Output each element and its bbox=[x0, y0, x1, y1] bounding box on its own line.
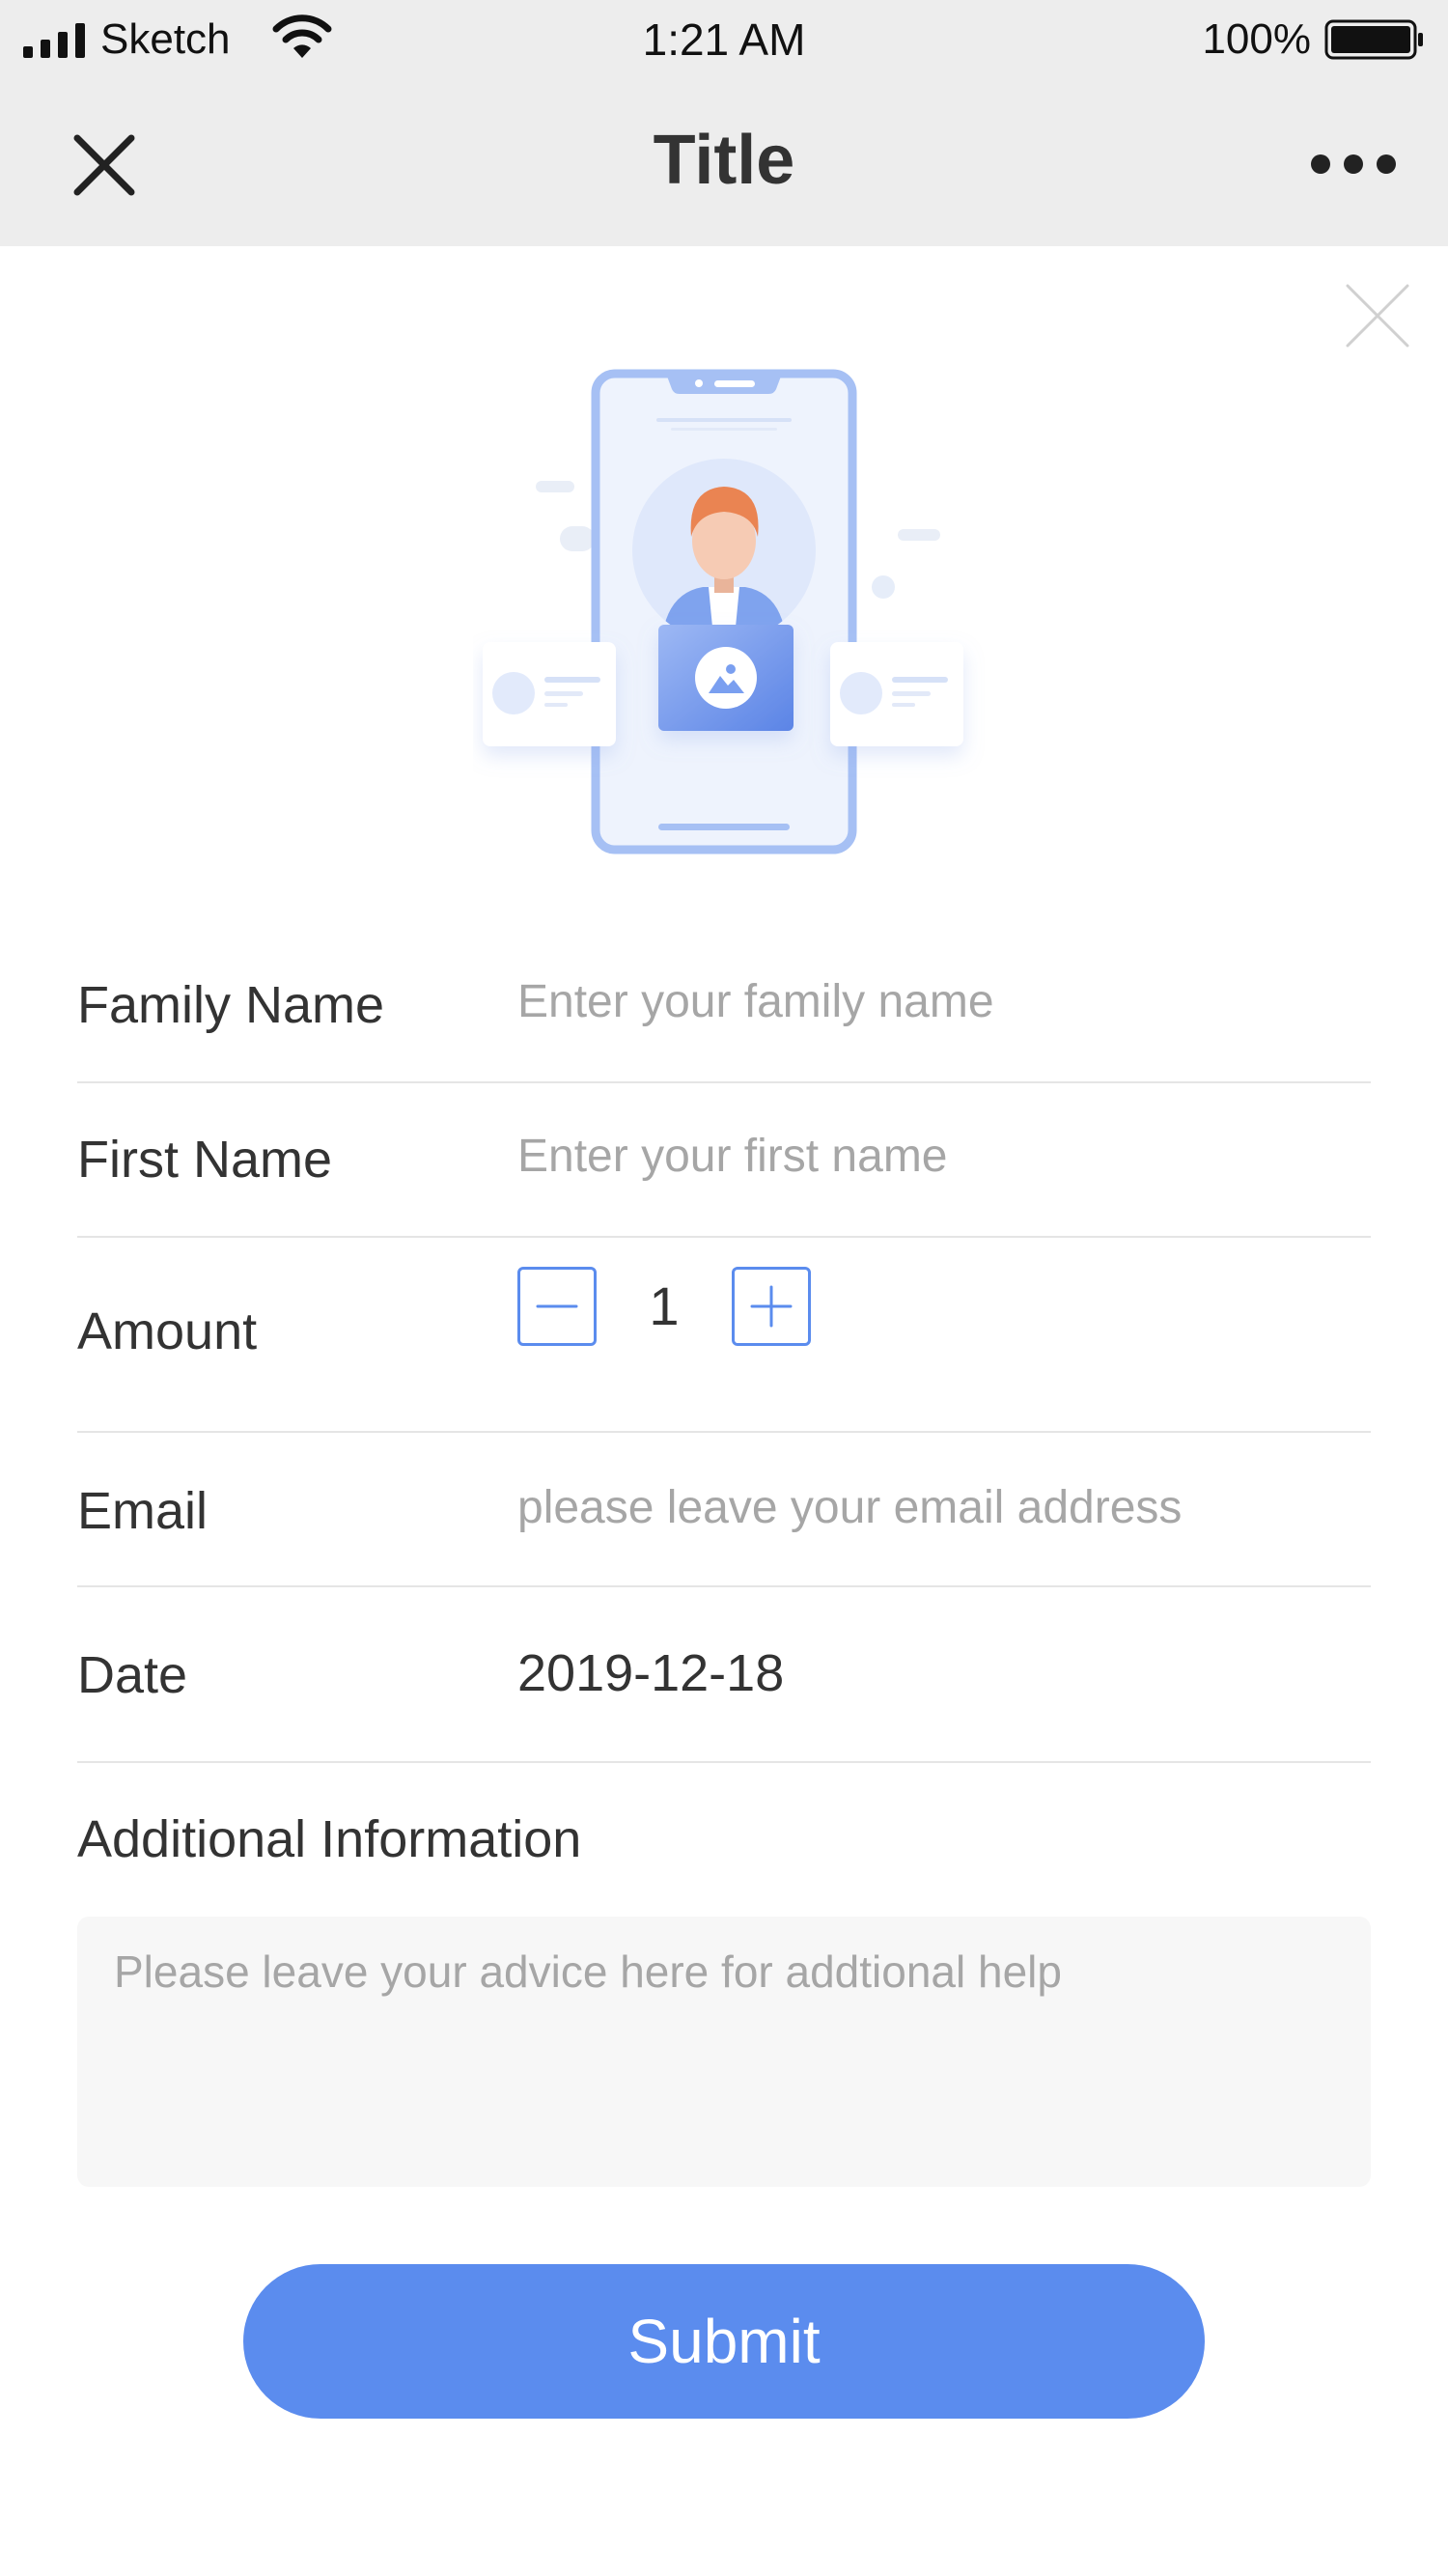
additional-info-label: Additional Information bbox=[77, 1810, 582, 1868]
first-name-row: First Name bbox=[77, 1083, 1371, 1238]
amount-value: 1 bbox=[649, 1275, 680, 1336]
additional-info-textarea[interactable] bbox=[77, 1917, 1371, 2187]
amount-row: Amount 1 bbox=[77, 1238, 1371, 1433]
phone-profile-illustration bbox=[483, 369, 963, 854]
email-row: Email bbox=[77, 1433, 1371, 1587]
family-name-row: Family Name bbox=[77, 927, 1371, 1083]
date-row[interactable]: Date 2019-12-18 bbox=[77, 1587, 1371, 1763]
nav-bar: Title bbox=[0, 82, 1448, 246]
dismiss-close-icon[interactable] bbox=[1344, 282, 1411, 350]
plus-icon bbox=[750, 1285, 793, 1328]
increment-button[interactable] bbox=[732, 1267, 811, 1346]
date-value[interactable]: 2019-12-18 bbox=[517, 1643, 784, 1703]
email-field[interactable] bbox=[517, 1481, 1371, 1534]
battery-percent: 100% bbox=[1202, 15, 1311, 63]
quantity-stepper: 1 bbox=[517, 1267, 846, 1346]
minus-icon bbox=[536, 1304, 578, 1308]
decrement-button[interactable] bbox=[517, 1267, 597, 1346]
page-title: Title bbox=[653, 122, 795, 199]
status-bar: Sketch 1:21 AM 100% bbox=[0, 0, 1448, 82]
family-name-input[interactable] bbox=[517, 975, 1371, 1028]
first-name-input[interactable] bbox=[517, 1130, 1371, 1183]
amount-label: Amount bbox=[77, 1302, 258, 1360]
email-label: Email bbox=[77, 1482, 209, 1540]
page: Sketch 1:21 AM 100% Title Family Name En… bbox=[0, 0, 1448, 2576]
battery-icon bbox=[1324, 19, 1423, 60]
submit-button[interactable]: Submit bbox=[243, 2264, 1205, 2419]
family-name-label: Family Name bbox=[77, 976, 385, 1034]
form: Family Name First Name Amount 1 bbox=[77, 927, 1371, 1763]
more-icon[interactable] bbox=[1307, 150, 1400, 179]
first-name-label: First Name bbox=[77, 1131, 333, 1189]
date-label: Date bbox=[77, 1646, 188, 1704]
